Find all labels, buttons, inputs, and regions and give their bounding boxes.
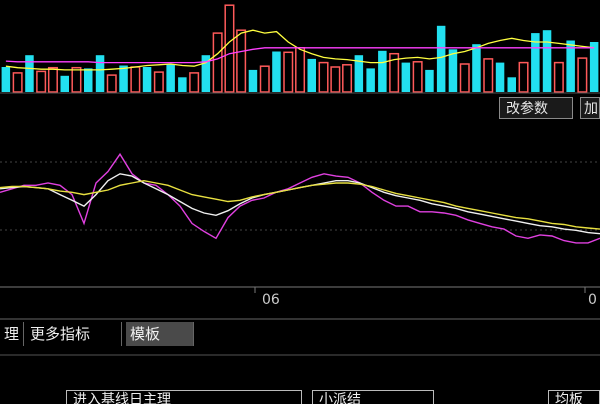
volume-bar [224,4,235,93]
volume-bar [236,29,247,93]
volume-bar [483,58,494,93]
indicator-panel [0,152,600,293]
volume-bar [142,67,152,92]
volume-bar [60,75,69,92]
volume-bar [36,70,47,93]
volume-bar [119,65,128,92]
volume-bar [189,72,200,93]
enter-baseline-button[interactable]: 进入基线日主理 [66,390,302,404]
volume-bar [178,77,187,92]
volume-bar [507,77,516,92]
volume-bar [248,69,258,92]
volume-bar [212,32,223,93]
volume-bar [25,55,34,92]
volume-bar [295,47,306,93]
x-tick-label-06: 06 [262,292,280,308]
volume-panel [1,4,599,93]
tab-partial[interactable]: 理 [0,322,24,346]
volume-bar [130,66,141,93]
volume-bar [518,61,529,93]
volume-bar [542,30,552,92]
modify-params-button[interactable]: 改参数 [499,97,573,119]
volume-bar [106,74,117,93]
volume-bar [436,25,446,92]
volume-bar [283,51,294,93]
volume-bar [95,55,105,92]
small-settle-button[interactable]: 小派结 [312,390,434,404]
volume-bar [330,66,341,93]
volume-bar [71,66,82,93]
volume-bar [425,69,434,92]
add-button[interactable]: 加 [580,97,600,119]
volume-bar [577,57,588,93]
volume-bar [84,68,93,92]
volume-bar [153,71,164,93]
volume-bar [318,61,329,93]
volume-bar [166,64,175,92]
volume-bar [366,68,375,92]
volume-bar [553,61,564,93]
right-partial-button[interactable]: 均板 [548,390,600,404]
volume-bar [259,65,270,93]
tab-template[interactable]: 模板 [126,322,194,346]
volume-ma-line-1 [5,29,595,71]
volume-bar [401,62,411,92]
volume-bar [412,61,423,93]
volume-bar [12,72,23,93]
volume-bar [448,49,458,92]
volume-bar [1,67,11,92]
volume-bar [589,42,599,92]
volume-bar [378,50,387,92]
volume-bar [307,58,316,92]
tab-more-indicators[interactable]: 更多指标 [26,322,122,346]
volume-bar [472,44,481,92]
volume-bar [495,62,505,92]
volume-bar [459,63,470,93]
volume-bar [342,64,353,93]
volume-bar [47,66,58,93]
volume-ma-line-2 [5,47,595,64]
x-tick-label-0: 0 [588,292,597,308]
volume-bar [272,51,281,92]
